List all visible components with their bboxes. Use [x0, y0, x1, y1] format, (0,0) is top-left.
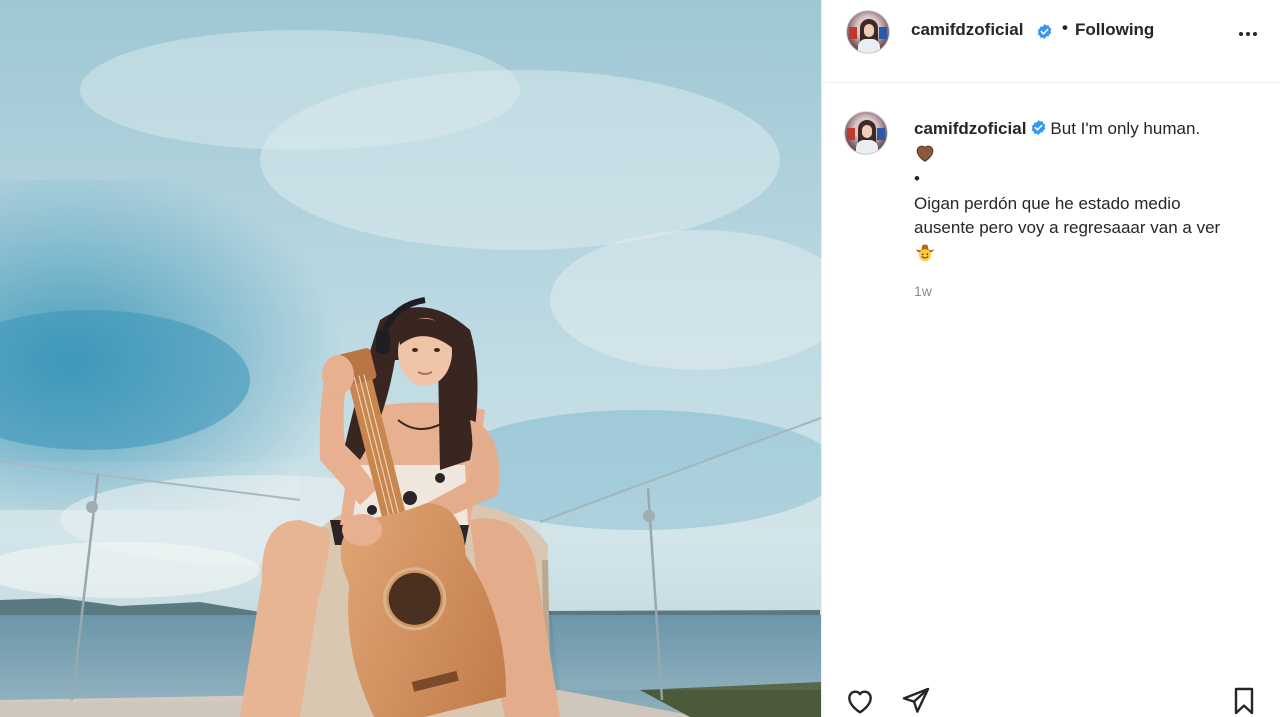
caption-text: camifdzoficial But I'm only human. • Oiga…: [914, 117, 1244, 266]
post-header: camifdzoficial • Following: [822, 0, 1280, 83]
post-sidebar: camifdzoficial • Following camifdzoficia…: [821, 0, 1280, 717]
caption-line-1: But I'm only human.: [1050, 119, 1201, 138]
caption-author-avatar[interactable]: [844, 111, 888, 155]
verified-badge-icon: [1037, 24, 1052, 39]
paper-plane-icon[interactable]: [900, 685, 932, 717]
author-avatar[interactable]: [846, 10, 890, 54]
brown-heart-emoji-icon: [916, 145, 934, 162]
caption-bullet: •: [914, 169, 920, 188]
caption-username-link[interactable]: camifdzoficial: [914, 119, 1026, 138]
author-username-link[interactable]: camifdzoficial: [911, 20, 1023, 40]
post-actions: [822, 680, 1280, 717]
verified-badge-icon: [1032, 120, 1046, 135]
follow-separator: •: [1062, 18, 1068, 37]
photo-illustration: [0, 0, 821, 717]
caption-line-2: Oigan perdón que he estado medio ausente…: [914, 193, 1221, 238]
cowboy-face-emoji-icon: [915, 244, 935, 261]
heart-icon[interactable]: [844, 685, 876, 717]
post-timestamp[interactable]: 1w: [914, 283, 932, 299]
more-options-icon[interactable]: [1236, 22, 1260, 46]
bookmark-icon[interactable]: [1228, 685, 1260, 717]
following-button[interactable]: Following: [1075, 20, 1154, 40]
post-photo[interactable]: [0, 0, 821, 717]
